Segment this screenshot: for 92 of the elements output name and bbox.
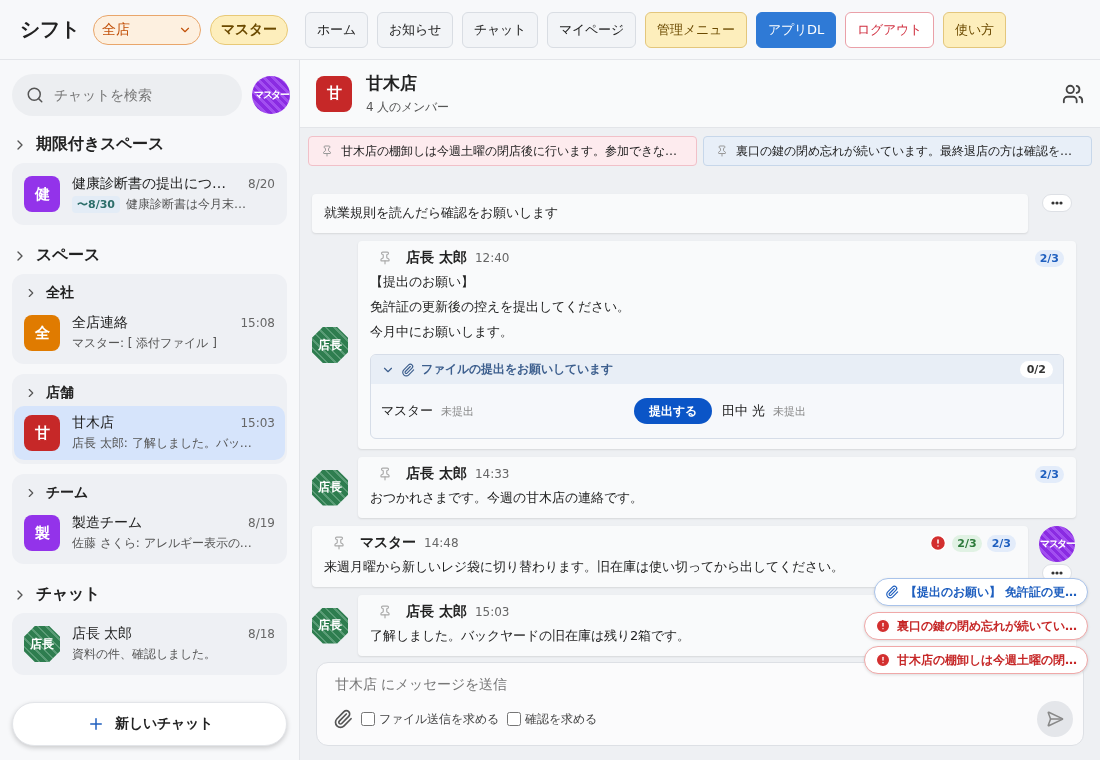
chat-preview: 資料の件、確認しました。 <box>72 646 216 663</box>
file-request-title: ファイルの提出をお願いしています <box>421 361 613 378</box>
nav-button[interactable]: チャット <box>462 11 538 48</box>
chat-time: 8/19 <box>248 516 275 530</box>
message-time: 12:40 <box>474 251 510 265</box>
avatar: 甘 <box>24 415 60 451</box>
chat-name: 店長 太郎 <box>72 625 133 643</box>
message-time: 14:48 <box>424 536 459 550</box>
author-name: 店長 太郎 <box>406 249 467 267</box>
toast-text: 【提出のお願い】 免許証の更… <box>904 583 1077 601</box>
author-name: 店長 太郎 <box>406 465 467 483</box>
avatar: 健 <box>24 176 60 212</box>
new-chat-button[interactable]: 新しいチャット <box>12 702 287 746</box>
toast-text: 裏口の鍵の閉め忘れが続いてい… <box>897 617 1077 635</box>
nav-button[interactable]: 使い方 <box>943 11 1007 48</box>
nav-button[interactable]: アプリDL <box>756 11 837 48</box>
avatar: 店長 <box>24 626 60 662</box>
author-name: 店長 太郎 <box>406 603 467 621</box>
chat-preview: マスター: [ 添付ファイル ] <box>72 335 217 352</box>
avatar: 製 <box>24 515 60 551</box>
pinned-text: 甘木店の棚卸しは今週土曜の閉店後に行います。参加できな… <box>341 142 677 160</box>
pinned-text: 裏口の鍵の閉め忘れが続いています。最終退店の方は確認を… <box>736 142 1072 160</box>
room-name: 甘木店 <box>366 71 418 95</box>
submission-count: 0/2 <box>1019 361 1053 378</box>
submit-button[interactable]: 提出する <box>634 398 712 424</box>
notification-toast[interactable]: 甘木店の棚卸しは今週土曜の閉… <box>864 646 1088 674</box>
notification-toast[interactable]: 【提出のお願い】 免許証の更… <box>873 578 1088 606</box>
deadline-tag: 〜8/30 <box>72 196 120 213</box>
chat-name: 製造チーム <box>72 514 142 532</box>
message-input[interactable]: 甘木店 にメッセージを送信 <box>333 675 1073 693</box>
nav-button[interactable]: マイページ <box>547 11 636 48</box>
read-count: 2/3 <box>1034 465 1064 483</box>
section-title: スペース <box>36 245 100 266</box>
message-text: 就業規則を読んだら確認をお願いします <box>324 204 558 222</box>
nav-button[interactable]: 管理メニュー <box>645 11 747 48</box>
chat-time: 15:08 <box>240 316 275 330</box>
message-text: 免許証の更新後の控えを提出してください。 <box>370 298 630 316</box>
avatar: マスター <box>1039 526 1075 562</box>
chat-time: 8/20 <box>248 177 275 191</box>
avatar: 店長 <box>312 607 348 644</box>
read-count: 2/3 <box>1034 249 1064 267</box>
read-count: 2/3 <box>986 534 1016 552</box>
avatar: 全 <box>24 315 60 351</box>
message-text: おつかれさまです。今週の甘木店の連絡です。 <box>370 489 643 507</box>
chat-item[interactable]: 製 製造チーム 8/19 佐藤 さくら: アレルギー表示の… <box>14 506 285 560</box>
room-avatar: 甘 <box>316 75 352 112</box>
chat-item[interactable]: 健 健康診断書の提出につ… 8/20 〜8/30 健康診断書は今月末… <box>14 167 285 221</box>
user-avatar[interactable]: マスター <box>252 76 290 114</box>
group-title: 店舗 <box>46 384 74 402</box>
message-text: 来週月曜から新しいレジ袋に切り替わります。旧在庫は使い切ってから出してください。 <box>324 558 844 576</box>
pinned-banner[interactable]: 裏口の鍵の閉め忘れが続いています。最終退店の方は確認を… <box>703 136 1092 166</box>
pinned-banner[interactable]: 甘木店の棚卸しは今週土曜の閉店後に行います。参加できな… <box>308 136 697 166</box>
chat-time: 8/18 <box>248 627 275 641</box>
chat-preview: 店長 太郎: 了解しました。バッ… <box>72 435 252 452</box>
store-select[interactable]: 全店 <box>93 14 201 45</box>
section-title: チャット <box>36 584 100 605</box>
app-title: シフト <box>20 16 80 43</box>
nav-button[interactable]: ホーム <box>305 11 368 48</box>
chat-time: 15:03 <box>240 416 275 430</box>
member-name: マスター <box>381 402 433 420</box>
message-text: 了解しました。バックヤードの旧在庫は残り2箱です。 <box>370 627 691 645</box>
group-title: チーム <box>46 484 88 502</box>
confirm-count: 2/3 <box>952 534 982 552</box>
group-title: 全社 <box>46 284 74 302</box>
nav-button[interactable]: ログアウト <box>845 11 935 48</box>
message-time: 15:03 <box>474 605 510 619</box>
message-text: 今月中にお願いします。 <box>370 323 513 341</box>
section-title: 期限付きスペース <box>36 134 164 155</box>
chat-name: 全店連絡 <box>72 314 128 332</box>
chat-preview: 佐藤 さくら: アレルギー表示の… <box>72 535 252 552</box>
submission-status: 未提出 <box>441 403 474 419</box>
notification-toast[interactable]: 裏口の鍵の閉め忘れが続いてい… <box>864 612 1088 640</box>
avatar: 店長 <box>312 469 348 506</box>
chat-name: 健康診断書の提出につ… <box>72 175 226 193</box>
checkbox-label: ファイル送信を求める <box>379 710 499 728</box>
toast-text: 甘木店の棚卸しは今週土曜の閉… <box>897 651 1077 669</box>
member-name: 田中 光 <box>722 402 766 420</box>
role-badge: マスター <box>210 14 288 45</box>
message-time: 14:33 <box>474 467 510 481</box>
chat-name: 甘木店 <box>72 414 114 432</box>
avatar: 店長 <box>312 327 348 363</box>
chat-item[interactable]: 全 全店連絡 15:08 マスター: [ 添付ファイル ] <box>14 306 285 360</box>
chat-preview: 健康診断書は今月末… <box>126 196 246 213</box>
message-text: 【提出のお願い】 <box>370 273 474 291</box>
search-field[interactable]: チャットを検索 <box>12 74 242 116</box>
submission-status: 未提出 <box>773 403 807 419</box>
nav-button[interactable]: お知らせ <box>377 11 453 48</box>
chat-item[interactable]: 甘 甘木店 15:03 店長 太郎: 了解しました。バッ… <box>14 406 285 460</box>
author-name: マスター <box>360 534 416 552</box>
chat-item[interactable]: 店長 店長 太郎 8/18 資料の件、確認しました。 <box>14 617 285 671</box>
checkbox-label: 確認を求める <box>525 710 597 728</box>
member-count: 4 人のメンバー <box>366 98 451 116</box>
